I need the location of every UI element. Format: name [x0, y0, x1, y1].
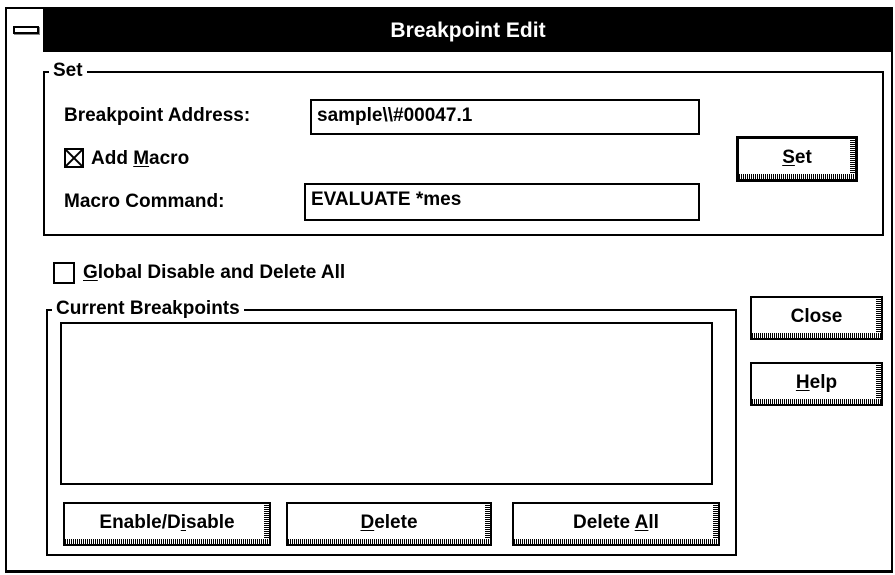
set-group-label: Set — [49, 61, 87, 81]
delete-all-button[interactable]: Delete All — [512, 502, 720, 546]
set-button[interactable]: Set — [736, 136, 858, 182]
macro-command-field[interactable]: EVALUATE *mes — [304, 183, 700, 221]
breakpoint-address-field[interactable]: sample\\#00047.1 — [310, 99, 700, 135]
title-bar[interactable]: Breakpoint Edit — [7, 9, 891, 52]
close-button[interactable]: Close — [750, 296, 883, 340]
window-title: Breakpoint Edit — [390, 19, 546, 42]
breakpoint-address-label: Breakpoint Address: — [64, 105, 251, 126]
checkbox-x-icon — [66, 150, 82, 166]
delete-button[interactable]: Delete — [286, 502, 492, 546]
breakpoint-edit-dialog: Breakpoint Edit Set Breakpoint Address: … — [5, 7, 893, 573]
system-menu-icon[interactable] — [7, 9, 45, 52]
global-disable-label[interactable]: Global Disable and Delete All — [83, 262, 345, 284]
current-breakpoints-list[interactable] — [60, 322, 713, 485]
add-macro-checkbox[interactable] — [64, 148, 84, 168]
macro-command-label: Macro Command: — [64, 191, 225, 212]
enable-disable-button[interactable]: Enable/Disable — [63, 502, 271, 546]
global-disable-checkbox[interactable] — [53, 262, 75, 284]
help-button[interactable]: Help — [750, 362, 883, 406]
current-breakpoints-label: Current Breakpoints — [52, 299, 244, 319]
add-macro-label[interactable]: Add Macro — [91, 148, 189, 170]
